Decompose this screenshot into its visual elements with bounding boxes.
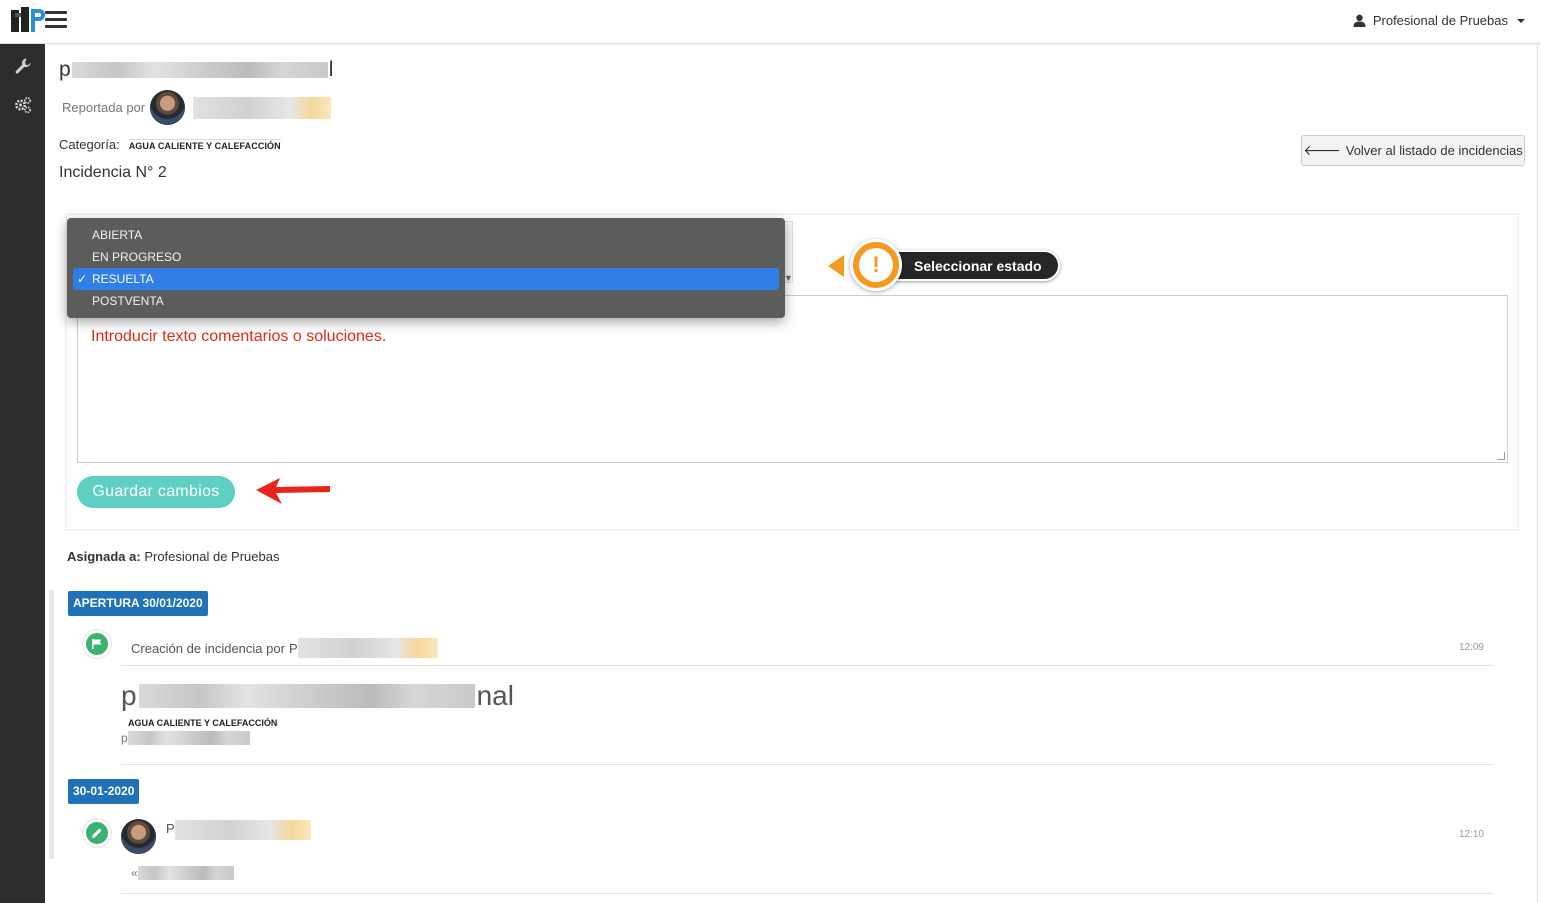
callout-label-pill: Seleccionar estado <box>876 250 1060 281</box>
timeline-line <box>49 590 54 859</box>
hamburger-menu-icon[interactable] <box>45 11 67 31</box>
warning-icon: ! <box>850 239 902 291</box>
timeline-entry-creation: Creación de incidencia por P 12:09 <box>121 632 1493 666</box>
redacted-text <box>137 866 234 880</box>
user-menu[interactable]: Profesional de Pruebas <box>1353 13 1525 28</box>
incident-title: p l <box>59 58 333 82</box>
caret-down-icon <box>1517 18 1525 23</box>
option-label: EN PROGRESO <box>92 250 182 264</box>
user-icon <box>1353 14 1366 27</box>
callout-label: Seleccionar estado <box>914 257 1042 274</box>
status-option-postventa[interactable]: POSTVENTA <box>73 290 779 312</box>
detail-title-suffix: nal <box>476 680 514 711</box>
category-value: AGUA CALIENTE Y CALEFACCIÓN <box>128 138 281 151</box>
title-suffix: l <box>328 58 334 81</box>
detail-title-prefix: p <box>121 680 137 711</box>
entry-time: 12:10 <box>1458 829 1484 840</box>
main-content: p l Reportada por Categoría: AGUA CALIEN… <box>45 44 1538 903</box>
sidebar <box>0 44 45 903</box>
category-label: Categoría: <box>59 137 120 152</box>
detail-category: AGUA CALIENTE Y CALEFACCIÓN <box>128 718 278 728</box>
comment-text: Introducir texto comentarios o solucione… <box>91 328 387 345</box>
select-caret-icon: ▼ <box>784 273 793 283</box>
status-option-resuelta[interactable]: ✓ RESUELTA <box>73 268 779 290</box>
app-logo-icon[interactable] <box>11 7 45 33</box>
quote-prefix: « <box>131 866 138 880</box>
redacted-text <box>138 684 475 708</box>
wrench-icon[interactable] <box>14 57 32 75</box>
comment-author-row: P <box>121 819 1493 854</box>
option-label: ABIERTA <box>92 228 143 242</box>
detail-description: p <box>121 731 1493 745</box>
timeline-entry-comment: P 12:10 « <box>121 819 1493 894</box>
redacted-text <box>71 62 328 78</box>
warning-mark: ! <box>859 248 893 282</box>
creation-text: Creación de incidencia por <box>131 640 285 656</box>
redacted-text <box>127 731 250 745</box>
timeline-entry-title: p nal <box>121 680 1493 712</box>
pencil-icon <box>83 819 111 847</box>
check-icon: ✓ <box>77 272 88 286</box>
category-row: Categoría: AGUA CALIENTE Y CALEFACCIÓN <box>59 137 281 152</box>
status-option-en-progreso[interactable]: EN PROGRESO <box>73 246 779 268</box>
gears-icon[interactable] <box>14 96 32 114</box>
callout-pointer <box>828 255 844 277</box>
title-prefix: p <box>59 58 71 81</box>
red-arrow-icon <box>256 478 330 504</box>
arrow-left-icon: 🡐 <box>1303 142 1341 158</box>
comment-textarea[interactable]: Introducir texto comentarios o solucione… <box>77 295 1508 463</box>
creator-initial: P <box>288 640 298 656</box>
top-navbar: Profesional de Pruebas <box>0 0 1541 44</box>
user-name: Profesional de Pruebas <box>1372 13 1508 28</box>
avatar <box>121 819 156 854</box>
timeline-entry-detail: p nal AGUA CALIENTE Y CALEFACCIÓN p <box>121 680 1493 765</box>
assigned-value: Profesional de Pruebas <box>144 549 280 564</box>
avatar <box>150 90 186 125</box>
reported-by: Reportada por <box>62 90 332 125</box>
select-status-callout: Seleccionar estado ! <box>826 238 1062 296</box>
status-dropdown-menu: ABIERTA EN PROGRESO ✓ RESUELTA POSTVENTA <box>67 218 785 318</box>
status-option-abierta[interactable]: ABIERTA <box>73 224 779 246</box>
resize-grip-icon[interactable] <box>1497 452 1505 460</box>
back-to-list-button[interactable]: 🡐 Volver al listado de incidencias <box>1301 135 1525 166</box>
save-changes-button[interactable]: Guardar cambios <box>77 476 235 508</box>
timeline-entry-head: Creación de incidencia por P <box>121 632 1493 658</box>
flag-icon <box>83 630 111 658</box>
redacted-text <box>193 96 332 119</box>
redacted-text <box>174 820 311 840</box>
option-label: RESUELTA <box>92 272 154 286</box>
redacted-text <box>297 638 438 658</box>
reported-label: Reportada por <box>62 100 146 115</box>
option-label: POSTVENTA <box>92 294 164 308</box>
timeline-badge-open: APERTURA 30/01/2020 <box>68 591 208 616</box>
comment-body: « <box>121 866 1493 880</box>
back-button-label: Volver al listado de incidencias <box>1345 143 1523 158</box>
incident-number: Incidencia N° 2 <box>59 164 167 181</box>
desc-prefix: p <box>121 731 128 745</box>
author-initial: P <box>166 821 175 836</box>
assigned-label: Asignada a: <box>67 549 141 564</box>
entry-time: 12:09 <box>1458 642 1484 653</box>
assigned-to: Asignada a: Profesional de Pruebas <box>67 549 279 564</box>
timeline-badge-date: 30-01-2020 <box>68 779 140 804</box>
